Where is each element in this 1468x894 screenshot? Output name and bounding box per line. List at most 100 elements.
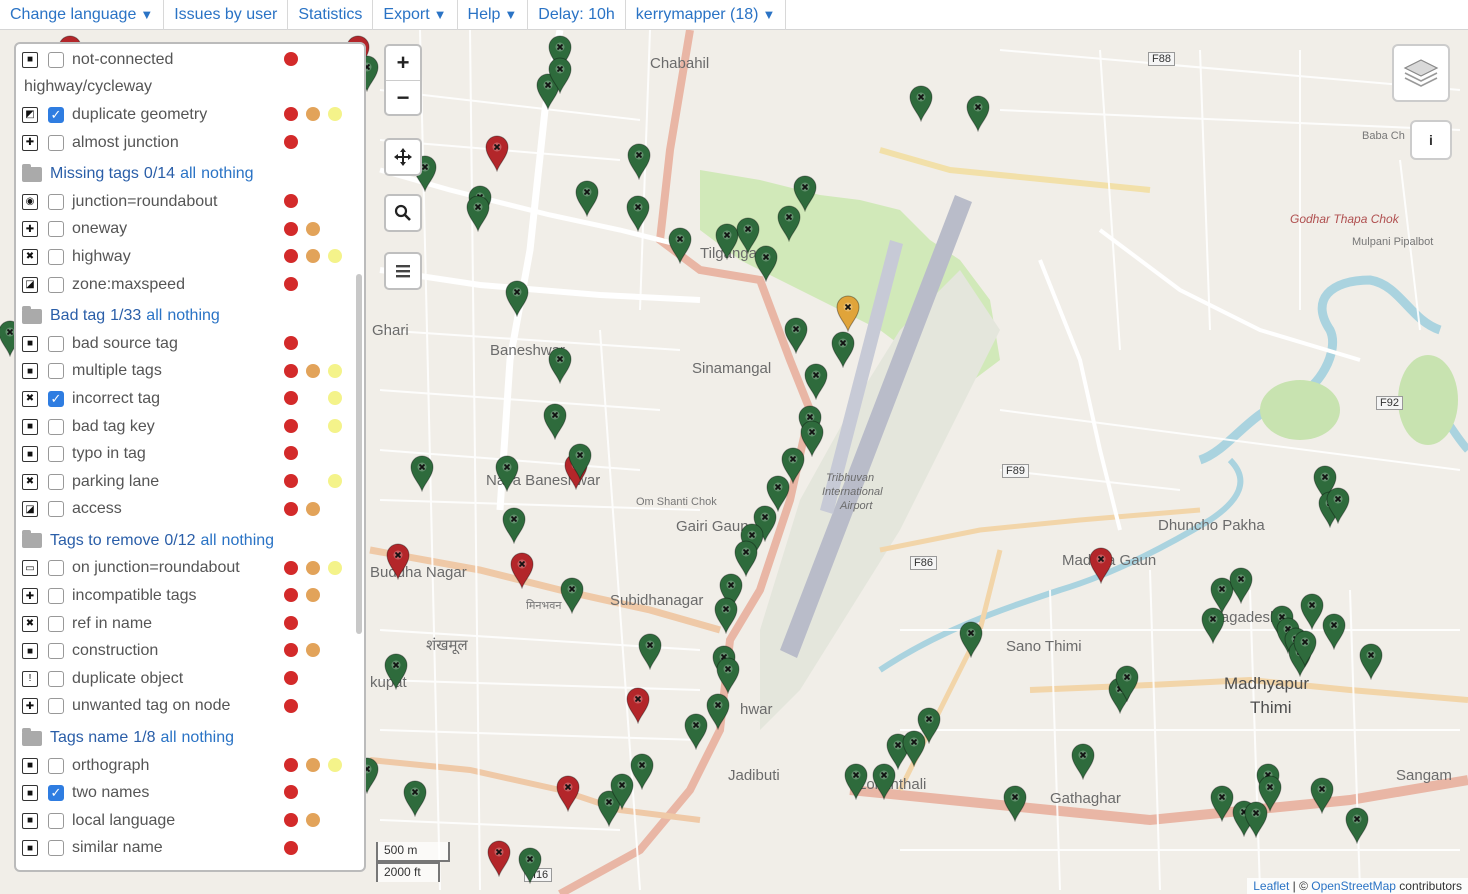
filter-item[interactable]: ✖ ref in name xyxy=(22,610,344,638)
select-all-link[interactable]: all xyxy=(146,307,162,325)
change-language-menu[interactable]: Change language ▼ xyxy=(0,0,165,30)
issue-marker-green[interactable] xyxy=(1321,612,1347,651)
issue-marker-green[interactable] xyxy=(1002,784,1028,823)
folder-icon[interactable] xyxy=(22,163,42,182)
issue-marker-green[interactable] xyxy=(1358,642,1384,681)
list-icon[interactable] xyxy=(386,254,420,288)
severity-dot-red[interactable] xyxy=(284,840,298,855)
severity-dot-orange[interactable] xyxy=(306,249,320,264)
filter-item[interactable]: ✚ almost junction xyxy=(22,129,344,157)
panel-scrollbar[interactable] xyxy=(356,274,362,634)
filter-item[interactable]: ! duplicate object xyxy=(22,665,344,693)
severity-dot-red[interactable] xyxy=(284,698,298,713)
issue-marker-green[interactable] xyxy=(667,226,693,265)
issue-marker-selected[interactable] xyxy=(835,294,861,333)
filter-item[interactable]: ◩ ✓ duplicate geometry xyxy=(22,101,344,129)
select-nothing-link[interactable]: nothing xyxy=(182,729,235,747)
issue-marker-green[interactable] xyxy=(547,346,573,385)
severity-dot-red[interactable] xyxy=(284,418,298,433)
filter-item[interactable]: ■ orthograph xyxy=(22,752,344,780)
filter-item[interactable]: ■ bad source tag xyxy=(22,330,344,358)
export-menu[interactable]: Export ▼ xyxy=(373,0,458,30)
select-all-link[interactable]: all xyxy=(180,165,196,183)
move-icon[interactable] xyxy=(386,140,420,174)
issue-marker-green[interactable] xyxy=(1344,806,1370,845)
filter-checkbox[interactable] xyxy=(48,698,64,715)
severity-dot-red[interactable] xyxy=(284,249,298,264)
issue-marker-green[interactable] xyxy=(574,179,600,218)
layers-button[interactable] xyxy=(1392,44,1450,102)
issue-marker-green[interactable] xyxy=(715,656,741,695)
severity-dot-yellow[interactable] xyxy=(328,249,342,264)
issue-marker-green[interactable] xyxy=(637,632,663,671)
severity-dot-red[interactable] xyxy=(284,134,298,149)
folder-icon[interactable] xyxy=(22,305,42,324)
filter-checkbox[interactable] xyxy=(48,670,64,687)
severity-dot-orange[interactable] xyxy=(306,643,320,658)
filter-checkbox[interactable] xyxy=(48,418,64,435)
issue-marker-green[interactable] xyxy=(402,779,428,818)
osm-link[interactable]: OpenStreetMap xyxy=(1311,879,1396,893)
issue-marker-green[interactable] xyxy=(803,362,829,401)
severity-dot-red[interactable] xyxy=(284,813,298,828)
filter-checkbox[interactable] xyxy=(48,757,64,774)
filter-checkbox[interactable] xyxy=(48,221,64,238)
filter-checkbox[interactable] xyxy=(48,134,64,151)
issue-marker-green[interactable] xyxy=(1325,486,1351,525)
issue-marker-green[interactable] xyxy=(908,84,934,123)
issue-marker-green[interactable] xyxy=(542,402,568,441)
severity-dot-orange[interactable] xyxy=(306,501,320,516)
severity-dot-red[interactable] xyxy=(284,363,298,378)
severity-dot-orange[interactable] xyxy=(306,813,320,828)
severity-dot-red[interactable] xyxy=(284,757,298,772)
severity-dot-red[interactable] xyxy=(284,588,298,603)
issue-marker-red[interactable] xyxy=(484,134,510,173)
issue-marker-green[interactable] xyxy=(1114,664,1140,703)
severity-dot-yellow[interactable] xyxy=(328,560,342,575)
filter-checkbox[interactable] xyxy=(48,501,64,518)
issue-marker-red[interactable] xyxy=(625,686,651,725)
zoom-out-button[interactable]: − xyxy=(386,80,420,114)
filter-checkbox[interactable]: ✓ xyxy=(48,106,64,123)
issue-marker-green[interactable] xyxy=(792,174,818,213)
severity-dot-yellow[interactable] xyxy=(328,473,342,488)
filter-checkbox[interactable] xyxy=(48,193,64,210)
severity-dot-yellow[interactable] xyxy=(328,391,342,406)
severity-dot-red[interactable] xyxy=(284,671,298,686)
issue-marker-green[interactable] xyxy=(629,752,655,791)
filter-item[interactable]: ✚ oneway xyxy=(22,216,344,244)
filter-item[interactable]: ■ not-connected xyxy=(22,46,344,74)
select-nothing-link[interactable]: nothing xyxy=(201,165,254,183)
issue-marker-green[interactable] xyxy=(501,506,527,545)
issue-marker-green[interactable] xyxy=(1309,776,1335,815)
issue-marker-green[interactable] xyxy=(683,712,709,751)
severity-dot-yellow[interactable] xyxy=(328,757,342,772)
filter-checkbox[interactable]: ✓ xyxy=(48,390,64,407)
severity-dot-red[interactable] xyxy=(284,785,298,800)
severity-dot-red[interactable] xyxy=(284,643,298,658)
issue-marker-green[interactable] xyxy=(409,454,435,493)
issue-marker-green[interactable] xyxy=(916,706,942,745)
issue-marker-red[interactable] xyxy=(486,839,512,878)
severity-dot-red[interactable] xyxy=(284,335,298,350)
filter-item[interactable]: ■ multiple tags xyxy=(22,358,344,386)
filter-item[interactable]: ◪ zone:maxspeed xyxy=(22,271,344,299)
issue-marker-green[interactable] xyxy=(783,316,809,355)
info-button[interactable]: i xyxy=(1410,120,1452,160)
filter-item[interactable]: ■ typo in tag xyxy=(22,440,344,468)
issue-marker-red[interactable] xyxy=(509,551,535,590)
severity-dot-red[interactable] xyxy=(284,107,298,122)
filter-checkbox[interactable] xyxy=(48,51,64,68)
severity-dot-orange[interactable] xyxy=(306,588,320,603)
issue-marker-green[interactable] xyxy=(547,56,573,95)
issue-marker-green[interactable] xyxy=(1292,629,1318,668)
filter-checkbox[interactable] xyxy=(48,473,64,490)
issue-marker-green[interactable] xyxy=(965,94,991,133)
issue-marker-green[interactable] xyxy=(843,762,869,801)
severity-dot-orange[interactable] xyxy=(306,107,320,122)
filter-item[interactable]: ◉ junction=roundabout xyxy=(22,188,344,216)
issue-marker-green[interactable] xyxy=(567,442,593,481)
issue-marker-red[interactable] xyxy=(385,542,411,581)
filter-item[interactable]: ■ local language xyxy=(22,807,344,835)
severity-dot-yellow[interactable] xyxy=(328,363,342,378)
